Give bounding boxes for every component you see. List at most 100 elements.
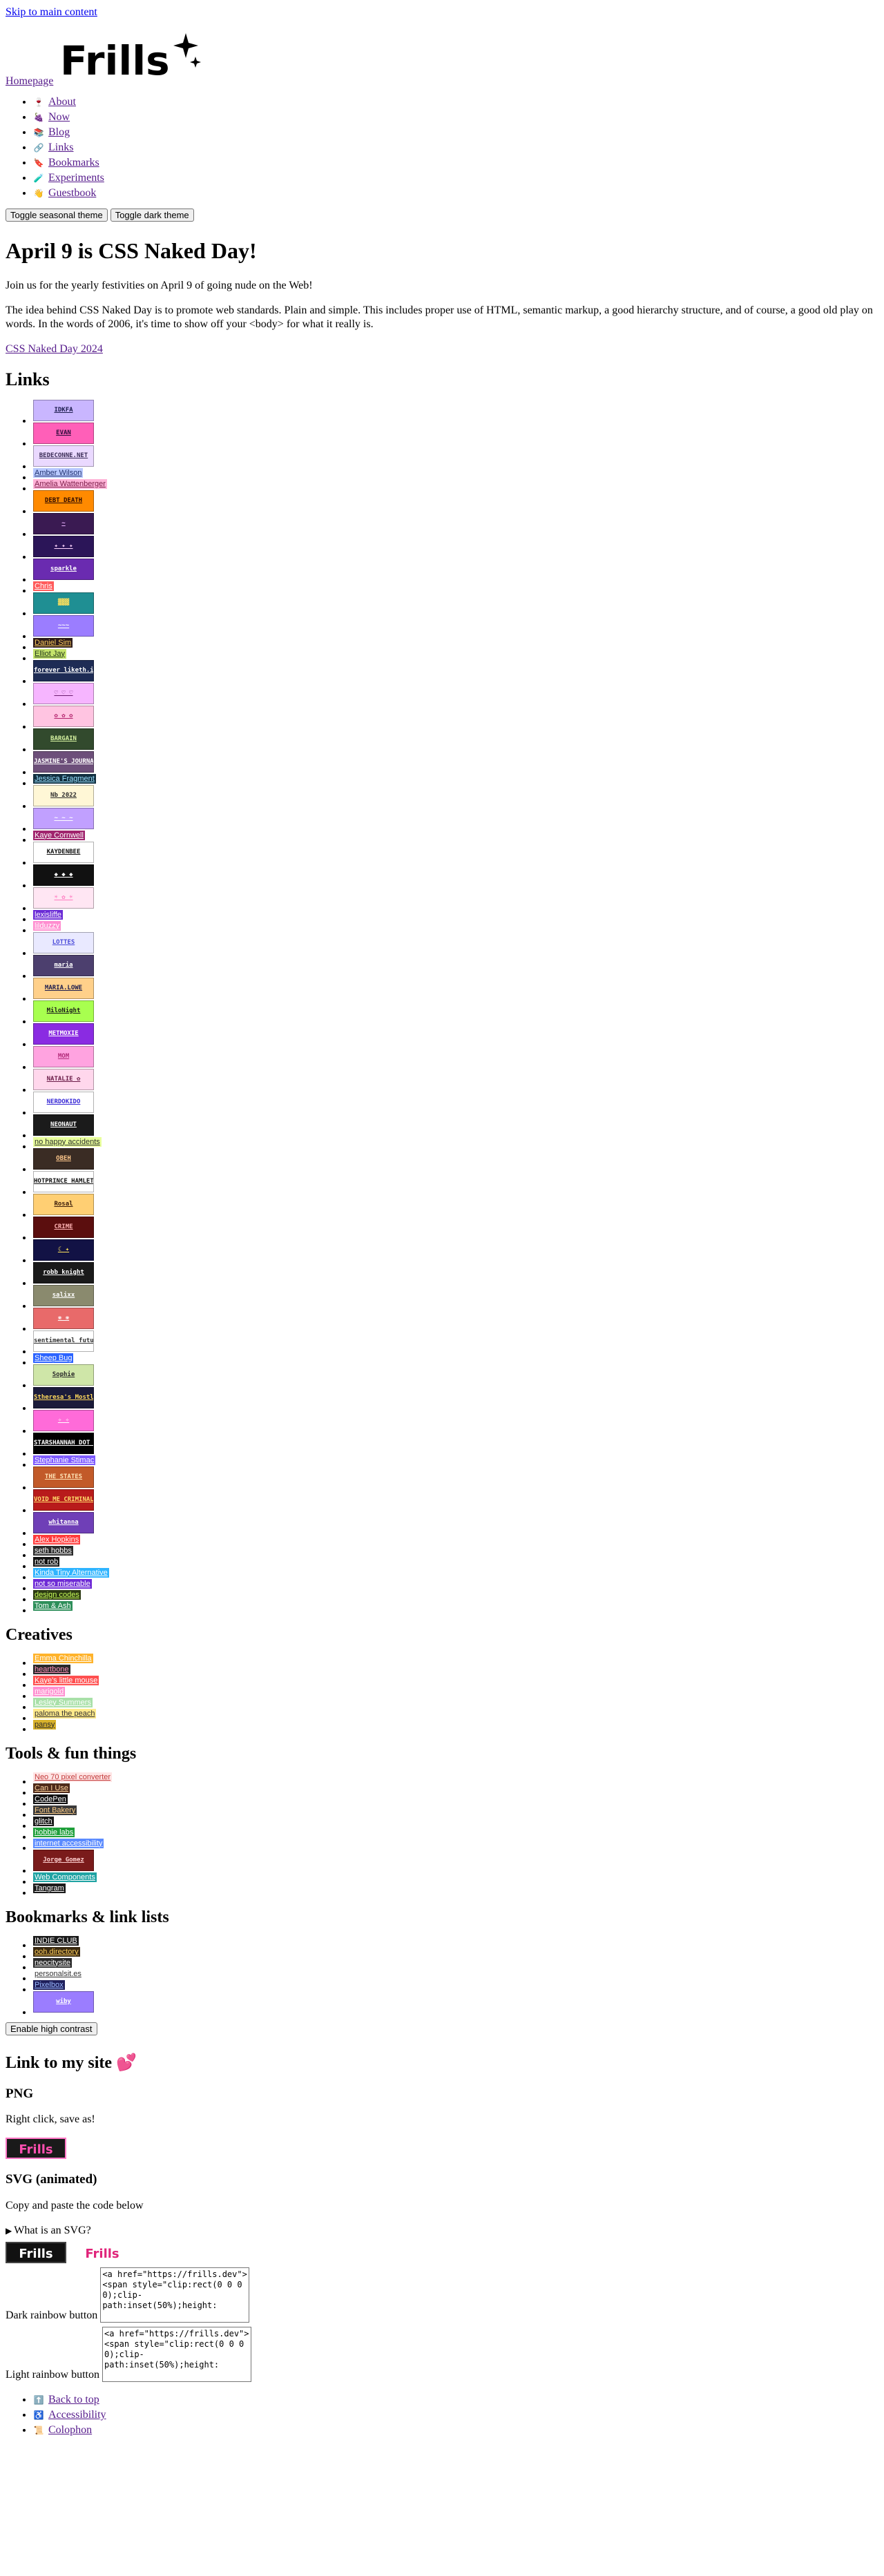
badge-text-link[interactable]: Chris: [33, 581, 54, 591]
badge-88x31[interactable]: CRIME: [33, 1216, 94, 1238]
light-code-textarea[interactable]: <a href="https://frills.dev"><span style…: [102, 2327, 251, 2382]
badge-text-link[interactable]: Stephanie Stimac: [33, 1455, 96, 1465]
badge-88x31[interactable]: ◆ ◆ ◆: [33, 864, 94, 886]
badge-text-link[interactable]: neocitysite: [33, 1957, 72, 1968]
badge-88x31[interactable]: STARSHANNAH DOT ORG: [33, 1432, 94, 1454]
homepage-link[interactable]: Homepage: [6, 75, 53, 88]
badge-88x31[interactable]: maria: [33, 954, 94, 976]
badge-88x31[interactable]: Jorge Gomez: [33, 1849, 94, 1871]
naked-day-link[interactable]: CSS Naked Day 2024: [6, 343, 103, 355]
badge-88x31[interactable]: MOM: [33, 1045, 94, 1067]
badge-88x31[interactable]: BEDECONNE.NET: [33, 445, 94, 467]
badge-text-link[interactable]: ooh.directory: [33, 1946, 80, 1957]
badge-text-link[interactable]: glitch: [33, 1816, 54, 1826]
svg-details-summary[interactable]: What is an SVG?: [6, 2224, 878, 2238]
badge-88x31[interactable]: METMOXIE: [33, 1023, 94, 1045]
badge-text-link[interactable]: not so miserable: [33, 1578, 92, 1589]
badge-text-link[interactable]: no happy accidents: [33, 1136, 102, 1147]
badge-88x31[interactable]: ☾ ✦: [33, 1239, 94, 1261]
badge-text-link[interactable]: Font Bakery: [33, 1805, 77, 1815]
badge-88x31[interactable]: NATALIE ✿: [33, 1068, 94, 1090]
badge-text-link[interactable]: Kaye's little mouse: [33, 1675, 99, 1685]
badge-88x31[interactable]: Sophie: [33, 1364, 94, 1386]
badge-text-link[interactable]: Amelia Wattenberger: [33, 478, 107, 489]
badge-88x31[interactable]: ~~~: [33, 614, 94, 637]
badge-88x31[interactable]: NERDOKIDO: [33, 1091, 94, 1113]
toggle-dark-theme-button[interactable]: Toggle dark theme: [110, 209, 194, 222]
badge-text-link[interactable]: CodePen: [33, 1794, 68, 1804]
footer-link-colophon[interactable]: Colophon: [48, 2424, 92, 2436]
badge-text-link[interactable]: Pixelbox: [33, 1979, 65, 1990]
badge-text-link[interactable]: heartbone: [33, 1664, 70, 1674]
badge-88x31[interactable]: NEONAUT: [33, 1114, 94, 1136]
badge-88x31[interactable]: Rosal: [33, 1193, 94, 1215]
badge-88x31[interactable]: wiby: [33, 1991, 94, 2013]
dark-code-textarea[interactable]: <a href="https://frills.dev"><span style…: [100, 2267, 250, 2323]
badge-text-link[interactable]: INDIE CLUB: [33, 1935, 79, 1946]
badge-text-link[interactable]: Web Components: [33, 1872, 97, 1882]
badge-88x31[interactable]: DEBT DEATH: [33, 490, 94, 512]
nav-link-blog[interactable]: Blog: [48, 126, 70, 138]
badge-88x31[interactable]: whitanna: [33, 1511, 94, 1533]
badge-88x31[interactable]: Nb 2022: [33, 784, 94, 806]
badge-text-link[interactable]: paloma the peach: [33, 1708, 97, 1718]
badge-text-link[interactable]: Emma Chinchilla: [33, 1653, 93, 1663]
toggle-seasonal-theme-button[interactable]: Toggle seasonal theme: [6, 209, 108, 222]
badge-text-link[interactable]: internet accessibility: [33, 1838, 104, 1848]
badge-88x31[interactable]: ОВЕН: [33, 1147, 94, 1170]
badge-88x31[interactable]: HOTPRINCE HAMLET: [33, 1170, 94, 1192]
badge-text-link[interactable]: Can I Use: [33, 1783, 70, 1793]
badge-text-link[interactable]: lilduzzy: [33, 920, 61, 931]
badge-88x31[interactable]: ✦ ✦ ✦: [33, 535, 94, 557]
badge-text-link[interactable]: design codes: [33, 1589, 81, 1600]
badge-88x31[interactable]: MiloNight: [33, 1000, 94, 1022]
badge-88x31[interactable]: IDKFA: [33, 399, 94, 421]
badge-88x31[interactable]: ~ ~ ~: [33, 807, 94, 829]
enable-high-contrast-button[interactable]: Enable high contrast: [6, 2022, 97, 2035]
badge-88x31[interactable]: salixx: [33, 1284, 94, 1306]
badge-88x31[interactable]: EVAN: [33, 422, 94, 444]
badge-88x31[interactable]: ▓▓▓: [33, 592, 94, 614]
badge-88x31[interactable]: ♡ ♡ ♡: [33, 682, 94, 704]
badge-text-link[interactable]: Amber Wilson: [33, 467, 84, 478]
badge-text-link[interactable]: Kaye Cornwell: [33, 830, 85, 840]
badge-88x31[interactable]: ✧ ✧: [33, 1409, 94, 1431]
nav-link-about[interactable]: About: [48, 96, 76, 108]
badge-88x31[interactable]: sparkle: [33, 558, 94, 580]
dark-rainbow-badge[interactable]: Frills: [6, 2242, 66, 2263]
site-logo-link[interactable]: Frills: [57, 28, 202, 88]
badge-88x31[interactable]: MARIA.LOWE: [33, 977, 94, 999]
nav-link-guestbook[interactable]: Guestbook: [48, 187, 96, 199]
nav-link-now[interactable]: Now: [48, 111, 70, 123]
badge-text-link[interactable]: seth hobbs: [33, 1545, 73, 1556]
badge-text-link[interactable]: Jessica Fragment: [33, 773, 96, 784]
badge-text-link[interactable]: lexisliffe: [33, 909, 63, 920]
badge-text-link[interactable]: personalsit.es: [33, 1968, 83, 1979]
badge-88x31[interactable]: ❀ ❀: [33, 1307, 94, 1329]
badge-88x31[interactable]: ☀ ✿ ☀: [33, 887, 94, 909]
badge-text-link[interactable]: hobbie labs: [33, 1827, 75, 1837]
badge-text-link[interactable]: Daniel Sim: [33, 637, 73, 648]
nav-link-links[interactable]: Links: [48, 142, 73, 153]
badge-text-link[interactable]: Sheep Bug: [33, 1353, 74, 1363]
badge-text-link[interactable]: Elliot Jay: [33, 648, 67, 659]
badge-88x31[interactable]: Stheresa's Mostly: [33, 1386, 94, 1408]
badge-text-link[interactable]: Tom & Ash: [33, 1600, 73, 1611]
badge-88x31[interactable]: LOTTES: [33, 931, 94, 953]
nav-link-bookmarks[interactable]: Bookmarks: [48, 157, 99, 168]
badge-text-link[interactable]: not rob: [33, 1556, 60, 1567]
skip-to-main-link[interactable]: Skip to main content: [6, 6, 878, 19]
badge-text-link[interactable]: Alex Hopkins: [33, 1534, 81, 1544]
nav-link-experiments[interactable]: Experiments: [48, 172, 104, 184]
badge-text-link[interactable]: pansy: [33, 1719, 57, 1730]
badge-text-link[interactable]: marigold: [33, 1686, 66, 1696]
badge-88x31[interactable]: robb knight: [33, 1261, 94, 1284]
light-rainbow-badge[interactable]: Frills: [72, 2242, 133, 2263]
badge-88x31[interactable]: JASMINE'S JOURNAL: [33, 750, 94, 773]
badge-88x31[interactable]: KAYDENBEE: [33, 841, 94, 863]
badge-text-link[interactable]: Lesley Summers: [33, 1697, 93, 1707]
badge-88x31[interactable]: forever liketh.is: [33, 659, 94, 681]
badge-text-link[interactable]: Neo 70 pixel converter: [33, 1772, 113, 1782]
badge-88x31[interactable]: VOID ME CRIMINAL: [33, 1489, 94, 1511]
footer-link-back-to-top[interactable]: Back to top: [48, 2394, 99, 2405]
